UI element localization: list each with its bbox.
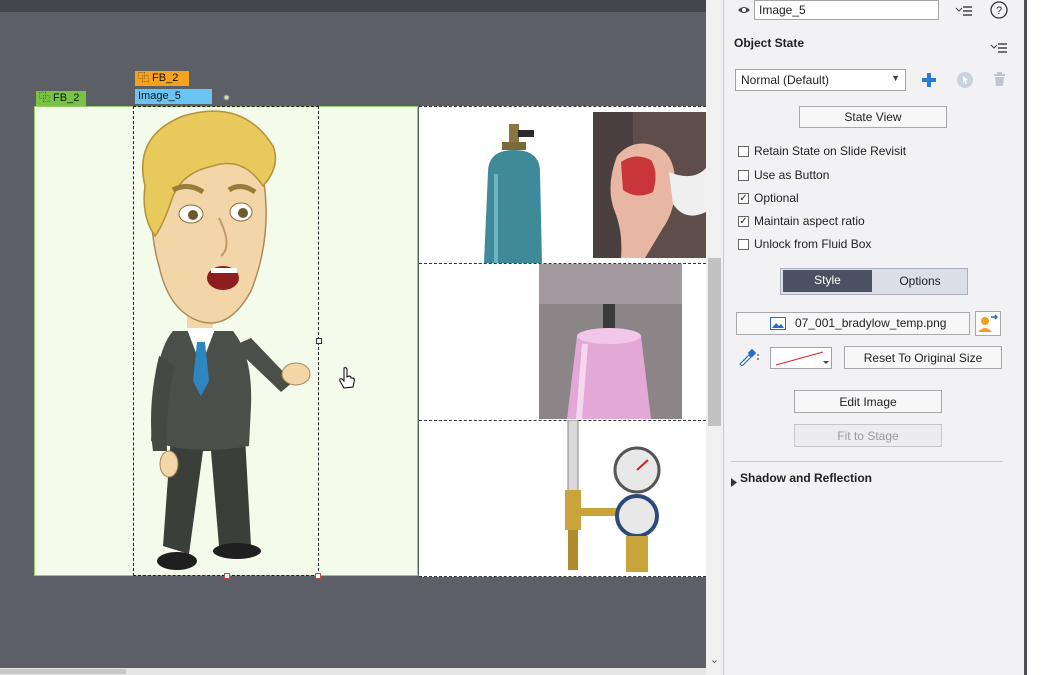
object-state-title: Object State — [734, 36, 805, 50]
add-state-plus-icon[interactable] — [921, 72, 937, 88]
eyedropper-icon[interactable] — [738, 348, 760, 367]
svg-text:?: ? — [996, 5, 1002, 17]
sparkle-icon — [222, 89, 231, 101]
stage-scrollbar-thumb[interactable] — [708, 258, 721, 426]
state-dropdown[interactable]: Normal (Default) ▼ — [735, 69, 906, 91]
panel-menu-icon[interactable] — [955, 4, 973, 16]
delete-state-trash-icon[interactable] — [993, 72, 1006, 87]
maintain-aspect-checkbox[interactable]: ✓ — [738, 216, 749, 227]
stroke-style-dropdown[interactable] — [770, 347, 832, 369]
stage-top-bar — [0, 0, 706, 12]
regulator-flowmeter-image[interactable] — [558, 419, 662, 576]
expand-triangle-icon[interactable] — [730, 474, 738, 487]
image-thumb-icon — [770, 317, 786, 330]
selection-box-image5[interactable] — [133, 106, 319, 576]
optional-checkbox[interactable]: ✓ — [738, 193, 749, 204]
optional-label: Optional — [754, 191, 799, 205]
ceramic-nozzle-photo[interactable] — [539, 264, 682, 420]
image-file-name: 07_001_bradylow_temp.png — [795, 316, 947, 330]
edit-image-button[interactable]: Edit Image — [794, 390, 942, 413]
unlock-fluid-box-checkbox[interactable] — [738, 239, 749, 250]
state-view-button[interactable]: State View — [799, 106, 947, 128]
reset-original-size-button[interactable]: Reset To Original Size — [844, 346, 1002, 369]
scroll-down-arrow-icon[interactable]: ⌄ — [706, 653, 723, 667]
resize-handle-right[interactable] — [316, 338, 322, 344]
retain-state-checkbox[interactable] — [738, 146, 749, 157]
section-divider — [731, 461, 1003, 462]
fluid-box-tag-outer[interactable]: ⿻ FB_2 — [36, 91, 86, 106]
stage-canvas[interactable]: ⿻ FB_2 ⿻ FB_2 Image_5 — [0, 0, 706, 675]
chevron-down-icon: ▼ — [891, 73, 900, 83]
image-file-field[interactable]: 07_001_bradylow_temp.png — [736, 312, 970, 335]
fit-to-stage-button[interactable]: Fit to Stage — [794, 424, 942, 447]
burned-hand-photo[interactable] — [593, 112, 706, 258]
object-state-menu-icon[interactable] — [990, 41, 1008, 53]
resize-handle-bottom-right[interactable] — [315, 573, 321, 579]
properties-panel — [723, 0, 1026, 675]
swap-image-icon[interactable] — [975, 311, 1001, 336]
right-edge-area — [1027, 0, 1050, 675]
tab-options[interactable]: Options — [874, 271, 966, 291]
state-cursor-icon[interactable] — [956, 71, 974, 89]
unlock-fluid-box-label: Unlock from Fluid Box — [754, 237, 872, 251]
state-dropdown-value: Normal (Default) — [741, 73, 830, 87]
retain-state-label: Retain State on Slide Revisit — [754, 144, 907, 158]
object-tag-image5[interactable]: Image_5 — [135, 89, 212, 104]
visibility-eye-icon[interactable] — [737, 3, 751, 15]
fluid-box-tag-inner[interactable]: ⿻ FB_2 — [135, 71, 189, 86]
tab-style[interactable]: Style — [783, 270, 872, 292]
maintain-aspect-label: Maintain aspect ratio — [754, 214, 865, 228]
stage-horizontal-scrollbar-thumb[interactable] — [0, 669, 126, 674]
resize-handle-bottom[interactable] — [224, 573, 230, 579]
gas-cylinder-image[interactable] — [478, 124, 550, 263]
use-as-button-label: Use as Button — [754, 168, 830, 182]
help-icon[interactable]: ? — [990, 1, 1008, 19]
object-name-value: Image_5 — [759, 3, 806, 17]
hand-cursor-icon — [338, 366, 356, 390]
use-as-button-checkbox[interactable] — [738, 170, 749, 181]
object-name-field[interactable]: Image_5 — [754, 0, 939, 20]
shadow-reflection-section[interactable]: Shadow and Reflection — [740, 471, 872, 485]
